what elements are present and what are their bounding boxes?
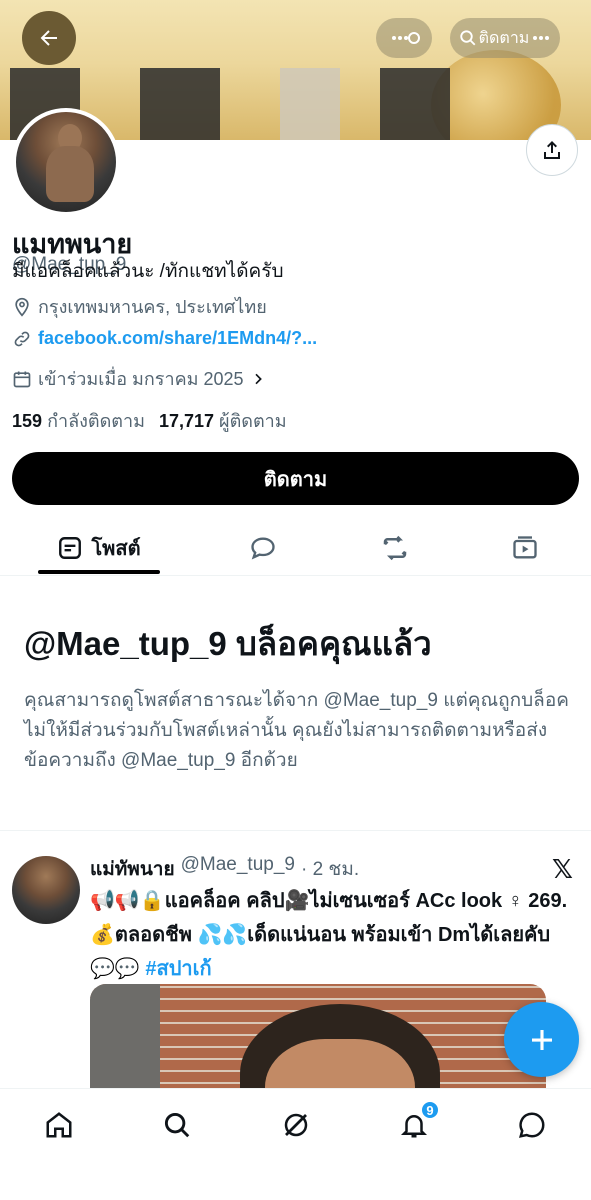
search-icon <box>460 30 476 46</box>
divider <box>0 830 591 831</box>
follow-button[interactable]: ติดตาม <box>12 452 579 505</box>
profile-location: กรุงเทพมหานคร, ประเทศไทย <box>12 292 267 321</box>
blocked-message: คุณสามารถดูโพสต์สาธารณะได้จาก @Mae_tup_9… <box>24 690 569 771</box>
avatar-body <box>46 146 94 202</box>
more-dots-icon <box>533 36 550 40</box>
link-icon <box>14 331 30 346</box>
followers-count: 17,717 <box>158 411 214 431</box>
joined-text: เข้าร่วมเมื่อ มกราคม 2025 <box>38 369 244 389</box>
nav-grok[interactable] <box>276 1105 316 1145</box>
profile-joined[interactable]: เข้าร่วมเมื่อ มกราคม 2025 <box>12 364 266 393</box>
back-button[interactable] <box>22 11 76 65</box>
location-pin-icon <box>15 297 29 317</box>
profile-tabs: โพสต์ <box>0 520 591 576</box>
share-icon <box>544 141 560 159</box>
plus-icon <box>531 1029 552 1050</box>
post-hashtag[interactable]: #สปาเก้ <box>145 958 211 980</box>
post-time: · 2 ชม. <box>300 859 360 880</box>
search-follow-button[interactable]: ติดตาม <box>450 18 560 58</box>
post-header: แม่ทัพนาย @Mae_tup_9 · 2 ชม. <box>90 854 359 884</box>
nav-messages[interactable] <box>512 1105 552 1145</box>
post-text: 📢📢🔒แอคล็อค คลิป🎥ไม่เซนเซอร์ ACc look ♀ 2… <box>90 884 580 986</box>
nav-home[interactable] <box>39 1105 79 1145</box>
bottom-navigation: 9 <box>0 1088 591 1200</box>
video-icon <box>513 536 537 559</box>
posts-icon <box>59 537 82 559</box>
profile-stats: 159 กำลังติดตาม 17,717 ผู้ติดตาม <box>12 406 287 435</box>
followers-stat[interactable]: 17,717 ผู้ติดตาม <box>159 406 287 435</box>
following-stat[interactable]: 159 กำลังติดตาม <box>12 406 145 435</box>
location-text: กรุงเทพมหานคร, ประเทศไทย <box>38 297 267 317</box>
chevron-right-icon <box>254 373 262 384</box>
followers-label: ผู้ติดตาม <box>219 411 287 431</box>
following-label: กำลังติดตาม <box>47 411 145 431</box>
post[interactable]: แม่ทัพนาย @Mae_tup_9 · 2 ชม. 𝕏 📢📢🔒แอคล็อ… <box>0 848 591 1094</box>
post-media-image[interactable] <box>90 984 546 1094</box>
tab-reposts[interactable] <box>370 520 420 576</box>
post-author[interactable]: แม่ทัพนาย <box>90 854 175 884</box>
repost-icon <box>383 535 407 561</box>
post-handle[interactable]: @Mae_tup_9 <box>181 854 295 884</box>
reply-bubble-icon <box>251 537 275 560</box>
home-icon <box>46 1112 72 1138</box>
calendar-icon <box>13 371 31 387</box>
media-wall <box>90 984 160 1094</box>
x-logo-icon: 𝕏 <box>552 854 573 884</box>
tab-posts-label: โพสต์ <box>91 538 141 560</box>
profile-bio: มีแอคล็อคแล้วนะ /ทักแชทได้ครับ <box>12 261 284 282</box>
nav-search[interactable] <box>157 1105 197 1145</box>
grok-icon <box>284 1113 308 1137</box>
profile-link[interactable]: facebook.com/share/1EMdn4/?... <box>12 328 317 349</box>
compose-button[interactable] <box>504 1002 579 1077</box>
notifications-badge: 9 <box>420 1100 440 1120</box>
following-count: 159 <box>12 411 43 431</box>
blocked-title: @Mae_tup_9 บล็อคคุณแล้ว <box>24 625 432 662</box>
tab-posts[interactable]: โพสต์ <box>38 520 160 576</box>
post-avatar[interactable] <box>12 856 80 924</box>
share-button[interactable] <box>526 124 578 176</box>
arrow-left-icon <box>40 30 57 46</box>
more-options-button[interactable] <box>376 18 432 58</box>
more-icon <box>392 32 420 44</box>
profile-avatar[interactable] <box>12 108 120 216</box>
message-icon <box>518 1112 545 1138</box>
link-text[interactable]: facebook.com/share/1EMdn4/?... <box>38 328 317 349</box>
search-follow-label: ติดตาม <box>478 29 530 47</box>
tab-replies[interactable] <box>238 520 288 576</box>
tab-media[interactable] <box>500 520 550 576</box>
search-icon <box>164 1112 190 1138</box>
blocked-notice: @Mae_tup_9 บล็อคคุณแล้ว คุณสามารถดูโพสต์… <box>24 624 569 776</box>
